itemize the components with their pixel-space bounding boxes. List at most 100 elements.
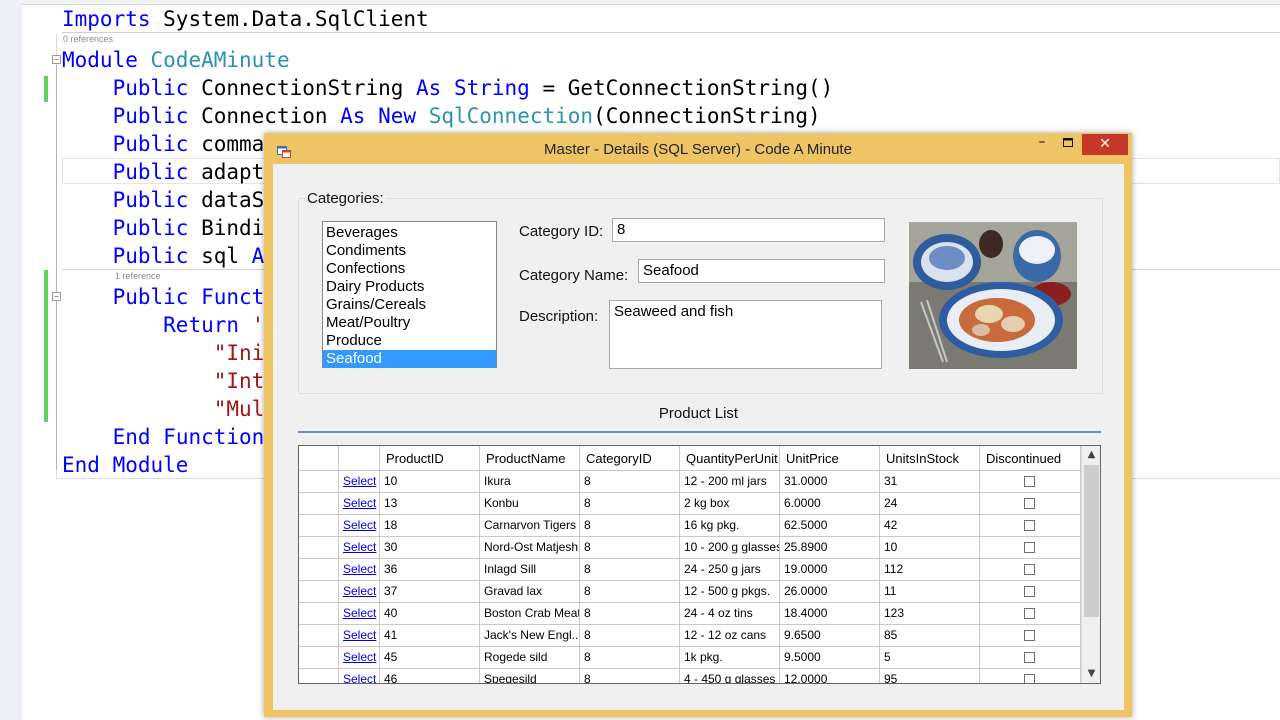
table-row[interactable]: Select 18 Carnarvon Tigers 8 16 kg pkg. 62.50… bbox=[299, 515, 1081, 537]
close-button[interactable]: ✕ bbox=[1082, 134, 1128, 155]
table-cell[interactable]: 8 bbox=[580, 669, 680, 683]
table-cell[interactable]: 9.6500 bbox=[780, 625, 880, 647]
table-cell[interactable]: 95 bbox=[880, 669, 980, 683]
table-row[interactable]: Select 45 Rogede sild 8 1k pkg. 9.5000 5 bbox=[299, 647, 1081, 669]
scroll-down-icon[interactable]: ▼ bbox=[1082, 665, 1100, 683]
code-line[interactable]: "Mul bbox=[62, 396, 265, 422]
table-cell[interactable]: 40 bbox=[380, 603, 480, 625]
table-cell[interactable]: 5 bbox=[880, 647, 980, 669]
code-line[interactable]: Public comma bbox=[62, 131, 265, 157]
discontinued-checkbox[interactable] bbox=[1024, 652, 1035, 663]
table-cell[interactable]: 30 bbox=[380, 537, 480, 559]
code-line[interactable]: "Ini bbox=[62, 340, 265, 366]
discontinued-checkbox[interactable] bbox=[1024, 520, 1035, 531]
table-cell[interactable]: 12 - 12 oz cans bbox=[680, 625, 780, 647]
table-row[interactable]: Select 37 Gravad lax 8 12 - 500 g pkgs. 26.00… bbox=[299, 581, 1081, 603]
category-list-item[interactable]: Produce bbox=[323, 332, 496, 350]
description-field[interactable]: Seaweed and fish bbox=[609, 300, 882, 369]
maximize-button[interactable] bbox=[1056, 134, 1080, 155]
category-list-item[interactable]: Confections bbox=[323, 260, 496, 278]
table-row[interactable]: Select 30 Nord-Ost Matjesh... 8 10 - 200 g g… bbox=[299, 537, 1081, 559]
row-header[interactable] bbox=[299, 559, 339, 581]
table-cell[interactable]: 12.0000 bbox=[780, 669, 880, 683]
category-list-item[interactable]: Grains/Cereals bbox=[323, 296, 496, 314]
column-header[interactable]: Discontinued bbox=[980, 446, 1081, 471]
table-cell[interactable]: 4 - 450 g glasses bbox=[680, 669, 780, 683]
scroll-thumb[interactable] bbox=[1084, 465, 1099, 617]
table-cell[interactable]: 25.8900 bbox=[780, 537, 880, 559]
table-cell[interactable]: 11 bbox=[880, 581, 980, 603]
table-cell[interactable]: Boston Crab Meat bbox=[480, 603, 580, 625]
select-link[interactable]: Select bbox=[343, 562, 376, 576]
table-row[interactable]: Select 40 Boston Crab Meat 8 24 - 4 oz tins 1… bbox=[299, 603, 1081, 625]
table-cell[interactable]: 6.0000 bbox=[780, 493, 880, 515]
table-cell[interactable]: 8 bbox=[580, 471, 680, 493]
table-cell[interactable]: 42 bbox=[880, 515, 980, 537]
code-line[interactable]: End Module bbox=[62, 452, 188, 478]
table-row[interactable]: Select 13 Konbu 8 2 kg box 6.0000 24 bbox=[299, 493, 1081, 515]
title-bar[interactable]: Master - Details (SQL Server) - Code A M… bbox=[264, 133, 1132, 165]
table-cell[interactable]: 8 bbox=[580, 493, 680, 515]
column-header[interactable]: UnitPrice bbox=[780, 446, 880, 471]
table-row[interactable]: Select 41 Jack's New Engl... 8 12 - 12 oz ca… bbox=[299, 625, 1081, 647]
table-cell[interactable]: 18 bbox=[380, 515, 480, 537]
discontinued-checkbox[interactable] bbox=[1024, 586, 1035, 597]
code-line[interactable]: Public sql A bbox=[62, 243, 265, 269]
select-link[interactable]: Select bbox=[343, 628, 376, 642]
table-cell[interactable]: 123 bbox=[880, 603, 980, 625]
category-name-field[interactable]: Seafood bbox=[638, 259, 885, 283]
collapse-icon[interactable]: − bbox=[52, 55, 61, 64]
code-line[interactable]: Public Bindi bbox=[62, 215, 265, 241]
select-link[interactable]: Select bbox=[343, 672, 376, 683]
table-cell[interactable]: 8 bbox=[580, 603, 680, 625]
row-header[interactable] bbox=[299, 515, 339, 537]
table-cell[interactable]: 24 bbox=[880, 493, 980, 515]
select-link[interactable]: Select bbox=[343, 650, 376, 664]
discontinued-checkbox[interactable] bbox=[1024, 476, 1035, 487]
row-header[interactable] bbox=[299, 669, 339, 683]
code-line[interactable]: Return ' bbox=[62, 312, 264, 338]
select-link[interactable]: Select bbox=[343, 518, 376, 532]
master-details-window[interactable]: Master - Details (SQL Server) - Code A M… bbox=[264, 133, 1132, 717]
table-row[interactable]: Select 36 Inlagd Sill 8 24 - 250 g jars 19.00… bbox=[299, 559, 1081, 581]
table-cell[interactable]: 12 - 500 g pkgs. bbox=[680, 581, 780, 603]
table-cell[interactable]: Nord-Ost Matjesh... bbox=[480, 537, 580, 559]
table-cell[interactable]: 24 - 4 oz tins bbox=[680, 603, 780, 625]
column-header[interactable]: UnitsInStock bbox=[880, 446, 980, 471]
category-list-item[interactable]: Seafood bbox=[323, 350, 496, 368]
discontinued-checkbox[interactable] bbox=[1024, 498, 1035, 509]
code-line[interactable]: Public adapt bbox=[62, 159, 265, 185]
table-cell[interactable]: 10 - 200 g glasses bbox=[680, 537, 780, 559]
row-header[interactable] bbox=[299, 647, 339, 669]
discontinued-checkbox[interactable] bbox=[1024, 542, 1035, 553]
code-line[interactable]: Public dataS bbox=[62, 187, 265, 213]
row-header[interactable] bbox=[299, 625, 339, 647]
discontinued-checkbox[interactable] bbox=[1024, 674, 1035, 683]
table-cell[interactable]: 16 kg pkg. bbox=[680, 515, 780, 537]
category-list-item[interactable]: Condiments bbox=[323, 242, 496, 260]
category-list-item[interactable]: Beverages bbox=[323, 224, 496, 242]
row-header[interactable] bbox=[299, 603, 339, 625]
table-cell[interactable]: 112 bbox=[880, 559, 980, 581]
table-cell[interactable]: Inlagd Sill bbox=[480, 559, 580, 581]
category-list-item[interactable]: Meat/Poultry bbox=[323, 314, 496, 332]
table-cell[interactable]: 26.0000 bbox=[780, 581, 880, 603]
table-cell[interactable]: 46 bbox=[380, 669, 480, 683]
table-cell[interactable]: 62.5000 bbox=[780, 515, 880, 537]
table-cell[interactable]: 9.5000 bbox=[780, 647, 880, 669]
table-cell[interactable]: 13 bbox=[380, 493, 480, 515]
table-cell[interactable]: 8 bbox=[580, 581, 680, 603]
select-link[interactable]: Select bbox=[343, 606, 376, 620]
table-cell[interactable]: 31.0000 bbox=[780, 471, 880, 493]
scroll-up-icon[interactable]: ▲ bbox=[1082, 446, 1100, 464]
table-cell[interactable]: 8 bbox=[580, 647, 680, 669]
table-cell[interactable]: Jack's New Engl... bbox=[480, 625, 580, 647]
code-line[interactable]: Public Connection As New SqlConnection(C… bbox=[62, 103, 821, 129]
minimize-button[interactable]: – bbox=[1030, 134, 1054, 155]
table-cell[interactable]: 2 kg box bbox=[680, 493, 780, 515]
row-header[interactable] bbox=[299, 581, 339, 603]
table-cell[interactable]: 10 bbox=[880, 537, 980, 559]
discontinued-checkbox[interactable] bbox=[1024, 564, 1035, 575]
column-header[interactable]: CategoryID bbox=[580, 446, 680, 471]
table-cell[interactable]: 18.4000 bbox=[780, 603, 880, 625]
